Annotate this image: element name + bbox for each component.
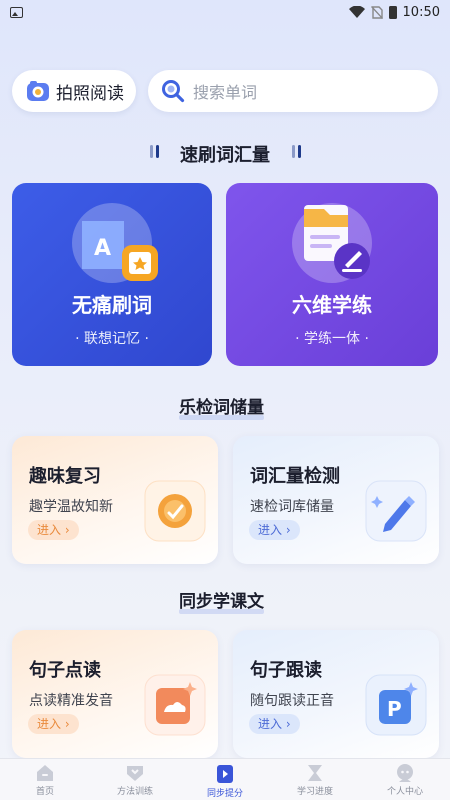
enter-button[interactable]: 进入 › (249, 520, 300, 540)
nav-label: 同步提分 (206, 789, 243, 799)
section-title-sync: 同步学课文 (179, 587, 264, 614)
nav-item-method-training[interactable]: 方法训练 (90, 759, 180, 800)
nav-label: 方法训练 (116, 787, 153, 797)
wifi-icon (348, 6, 365, 18)
feature-card-desc: 随句跟读正音 (250, 693, 334, 709)
feature-card-follow-read[interactable]: 句子跟读 随句跟读正音 进入 › P (233, 630, 439, 758)
no-sim-icon (370, 5, 383, 19)
feature-card-title: 词汇量检测 (250, 466, 340, 487)
book-icon (217, 765, 233, 783)
feature-card-title: 句子点读 (29, 660, 101, 681)
big-card-title: 六维学练 (292, 293, 372, 317)
photo-read-button[interactable]: 拍照阅读 (12, 70, 136, 112)
search-input[interactable]: 搜索单词 (148, 70, 438, 112)
photo-read-label: 拍照阅读 (56, 83, 124, 104)
review-badge-icon (144, 480, 206, 542)
battery-icon (388, 5, 397, 19)
sentence-read-icon (144, 674, 206, 736)
section-title-check: 乐检词储量 (179, 393, 264, 420)
svg-text:A: A (94, 236, 111, 261)
nav-item-progress[interactable]: 学习进度 (270, 759, 360, 800)
gallery-notification-icon (10, 6, 23, 18)
enter-button[interactable]: 进入 › (28, 714, 79, 734)
enter-button[interactable]: 进入 › (28, 520, 79, 540)
pen-check-icon (365, 480, 427, 542)
search-placeholder: 搜索单词 (193, 83, 258, 102)
home-icon (37, 765, 53, 781)
shield-icon (127, 766, 143, 781)
user-icon (397, 764, 413, 782)
follow-read-icon: P (365, 674, 427, 736)
big-card-subtitle: · 学练一体 · (295, 331, 369, 347)
feature-card-fun-review[interactable]: 趣味复习 趣学温故知新 进入 › (12, 436, 218, 564)
feature-card-desc: 趣学温故知新 (29, 499, 113, 515)
nav-item-profile[interactable]: 个人中心 (360, 759, 450, 800)
section-title-vocab: 速刷词汇量 (180, 145, 270, 166)
nav-item-sync-score[interactable]: 同步提分 (180, 759, 270, 800)
hourglass-icon (308, 765, 322, 781)
big-card-painless-words[interactable]: A 无痛刷词 · 联想记忆 · (12, 183, 212, 366)
status-bar: 10:50 (0, 0, 450, 24)
enter-button[interactable]: 进入 › (249, 714, 300, 734)
camera-icon (27, 81, 49, 101)
nav-label: 个人中心 (386, 787, 423, 797)
big-card-title: 无痛刷词 (72, 293, 152, 317)
feature-card-desc: 点读精准发音 (29, 693, 113, 709)
nav-label: 首页 (35, 787, 54, 797)
big-card-six-dim-practice[interactable]: 六维学练 · 学练一体 · (226, 183, 438, 366)
feature-card-title: 句子跟读 (250, 660, 322, 681)
status-time: 10:50 (402, 4, 440, 20)
nav-label: 学习进度 (296, 787, 333, 797)
svg-text:P: P (387, 697, 402, 721)
feature-card-vocab-test[interactable]: 词汇量检测 速检词库储量 进入 › (233, 436, 439, 564)
big-card-subtitle: · 联想记忆 · (75, 331, 149, 347)
nav-item-home[interactable]: 首页 (0, 759, 90, 800)
feature-card-sentence-read[interactable]: 句子点读 点读精准发音 进入 › (12, 630, 218, 758)
bottom-nav: 首页 方法训练 同步提分 学习进度 个人中心 (0, 758, 450, 800)
feature-card-title: 趣味复习 (29, 466, 101, 487)
feature-card-desc: 速检词库储量 (250, 499, 334, 515)
title-decoration-right (292, 145, 301, 158)
practice-doc-icon (304, 205, 370, 279)
search-icon (162, 80, 185, 103)
word-book-icon: A (82, 221, 158, 281)
